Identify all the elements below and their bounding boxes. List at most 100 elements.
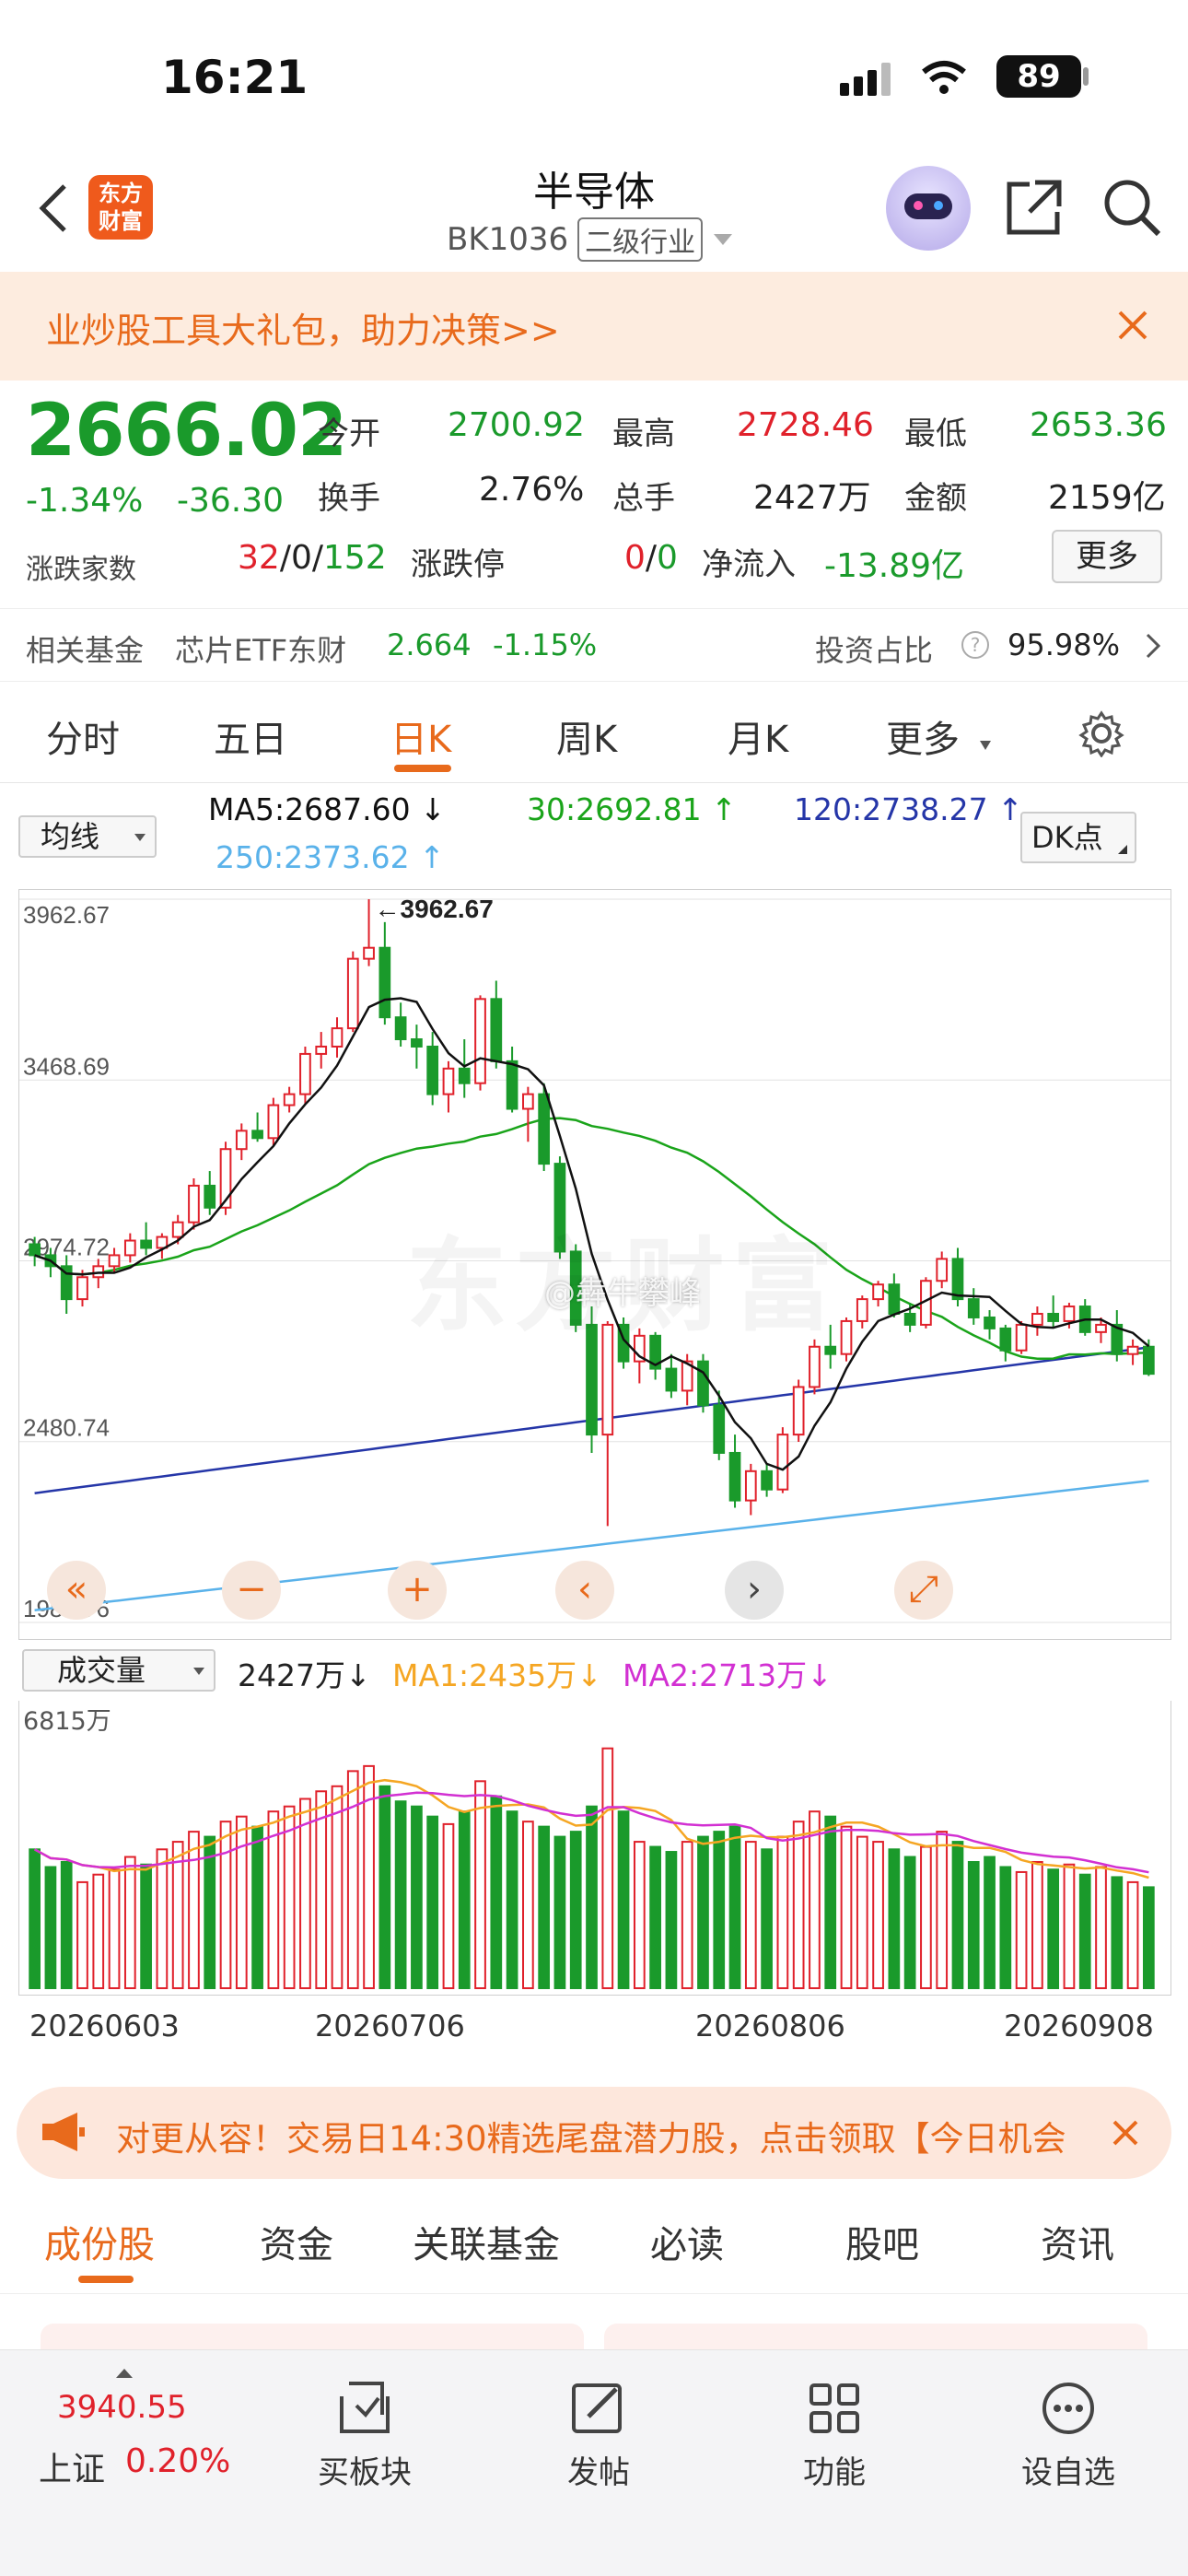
chevron-down-icon[interactable] [714, 234, 733, 245]
volume-ma1: MA1:2435万↓ [392, 1657, 602, 1693]
candle-body [140, 1239, 152, 1249]
ma30-value: 30:2692.81 ↑ [527, 791, 737, 827]
volume-bar [171, 1841, 184, 1989]
post-label: 发帖 [567, 2454, 630, 2491]
sector-code: BK1036 [447, 221, 569, 258]
volume-bar [522, 1821, 534, 1989]
candle-body [792, 1386, 805, 1436]
candle-body [951, 1258, 964, 1301]
netflow-label: 净流入 [702, 546, 796, 583]
post-button[interactable]: 发帖 [525, 2378, 672, 2492]
content-tabs: 成份股 资金 关联基金 必读 股吧 资讯 [0, 2193, 1188, 2294]
volume-bar [44, 1866, 57, 1989]
index-value: 3940.55 [57, 2389, 187, 2426]
candle-body [776, 1434, 789, 1491]
fullscreen-button[interactable]: ⤢ [894, 1561, 953, 1620]
step-right-button[interactable]: › [725, 1561, 784, 1620]
header: 东方 财富 半导体 BK1036 二级行业 [0, 157, 1188, 272]
candle-body [29, 1243, 41, 1257]
volume-bar [888, 1848, 901, 1989]
candle-body [379, 946, 391, 1019]
candle-body [235, 1130, 248, 1151]
volume-bar [315, 1790, 328, 1989]
volume-bar [219, 1821, 232, 1989]
promo-banner[interactable]: 业炒股工具大礼包，助力决策>> [0, 272, 1188, 381]
ma5-value: MA5:2687.60 ↓ [208, 791, 446, 827]
volume-indicator-selector[interactable]: 成交量 [22, 1649, 215, 1692]
functions-label: 功能 [803, 2454, 866, 2491]
more-button[interactable]: 更多 [1052, 530, 1162, 583]
indicator-selector[interactable]: 均线 [18, 815, 157, 858]
chart-period-tabs: 分时 五日 日K 周K 月K 更多 [0, 684, 1188, 783]
candle-body [1143, 1345, 1155, 1376]
candle-body [1015, 1323, 1028, 1352]
breadth-label: 涨跌家数 [26, 554, 136, 586]
volume-bar [458, 1810, 471, 1989]
volume-bar [761, 1848, 773, 1989]
open-value: 2700.92 [448, 406, 585, 444]
tab-related-funds[interactable]: 关联基金 [413, 2215, 560, 2268]
volume-bar [188, 1831, 200, 1989]
help-icon[interactable]: ? [961, 631, 989, 659]
close-icon[interactable] [1114, 307, 1151, 344]
chevron-right-icon[interactable] [1142, 631, 1164, 661]
zoom-out-button[interactable]: − [222, 1561, 281, 1620]
limit-label: 涨跌停 [411, 546, 505, 583]
tab-capital[interactable]: 资金 [260, 2215, 333, 2268]
settings-icon[interactable] [1077, 709, 1125, 758]
candlestick-chart[interactable]: 3962.673468.692974.722480.741986.76←3962… [18, 889, 1171, 1640]
candle-body [506, 1060, 518, 1110]
fund-name: 芯片ETF东财 [175, 633, 347, 668]
tab-daily-k[interactable]: 日K [390, 709, 451, 763]
volume-bar [490, 1795, 503, 1990]
volume-bar [617, 1810, 630, 1989]
volume-chart[interactable]: 6815万 [18, 1701, 1171, 1996]
candle-body [1031, 1312, 1043, 1326]
tab-must-read[interactable]: 必读 [650, 2215, 724, 2268]
tab-monthly-k[interactable]: 月K [728, 709, 788, 763]
volume-bar [872, 1841, 884, 1989]
share-icon[interactable] [1004, 177, 1065, 238]
high-label: 最高 [612, 416, 675, 452]
candle-body [331, 1027, 344, 1048]
index-ticker[interactable]: 3940.55 上证 0.20% [37, 2369, 249, 2507]
tab-intraday[interactable]: 分时 [46, 709, 120, 763]
candle-body [809, 1345, 821, 1388]
candle-body [394, 1016, 407, 1041]
volume-legend: 成交量 2427万↓ MA1:2435万↓ MA2:2713万↓ [0, 1640, 1188, 1701]
candle-body [872, 1283, 884, 1301]
search-icon[interactable] [1101, 177, 1162, 238]
volume-bar [538, 1825, 551, 1989]
tab-weekly-k[interactable]: 周K [556, 709, 617, 763]
amount-value: 2159亿 [1048, 479, 1166, 517]
volume-bar [856, 1835, 868, 1989]
tab-five-day[interactable]: 五日 [214, 709, 287, 763]
close-icon[interactable] [1109, 2116, 1142, 2149]
wifi-icon [921, 59, 967, 96]
breadth-up: 32 [238, 539, 280, 577]
functions-button[interactable]: 功能 [761, 2378, 908, 2492]
robot-avatar-icon[interactable] [886, 166, 971, 251]
breadth-flat: 0 [290, 539, 312, 577]
cellular-signal-icon [840, 63, 895, 96]
scroll-fast-left-button[interactable]: « [47, 1561, 106, 1620]
candle-body [188, 1184, 200, 1224]
indicator-selector-label: 均线 [41, 819, 100, 854]
industry-tag[interactable]: 二级行业 [577, 217, 704, 262]
buy-sector-button[interactable]: 买板块 [291, 2378, 438, 2492]
megaphone-icon [41, 2111, 88, 2153]
tab-news[interactable]: 资讯 [1041, 2215, 1114, 2268]
tab-more[interactable]: 更多 [886, 709, 960, 763]
add-watchlist-button[interactable]: 设自选 [995, 2378, 1142, 2492]
related-fund-row[interactable]: 相关基金 芯片ETF东财 2.664 -1.15% 投资占比 ? 95.98% [0, 608, 1188, 682]
tab-forum[interactable]: 股吧 [845, 2215, 919, 2268]
zoom-in-button[interactable]: + [388, 1561, 447, 1620]
candle-body [1063, 1306, 1076, 1322]
promo-ad-strip[interactable]: 对更从容！交易日14:30精选尾盘潜力股，点击领取【今日机会 [17, 2087, 1171, 2179]
volume-bar [346, 1770, 359, 1989]
volume-bar [840, 1825, 853, 1989]
weibo-watermark: @犇牛攀峰 [544, 1275, 701, 1312]
tab-constituents[interactable]: 成份股 [44, 2215, 155, 2268]
step-left-button[interactable]: ‹ [555, 1561, 614, 1620]
dk-point-button[interactable]: DK点 [1020, 812, 1136, 863]
